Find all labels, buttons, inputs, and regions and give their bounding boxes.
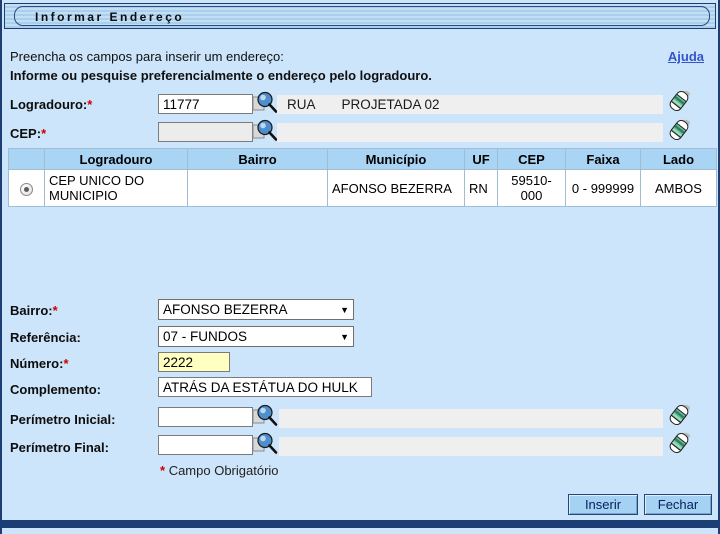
perimetro-inicial-label: Perímetro Inicial: [10,412,115,427]
logradouro-code-input[interactable] [158,94,253,114]
logradouro-clear-icon[interactable] [666,88,692,114]
perimetro-final-display [279,437,663,456]
help-link[interactable]: Ajuda [668,49,704,64]
col-cep: CEP [498,149,566,170]
row-radio-selected[interactable] [20,183,33,196]
cell-uf: RN [465,170,498,207]
intro-text: Preencha os campos para inserir um ender… [10,49,284,64]
cell-municipio: AFONSO BEZERRA [328,170,465,207]
chevron-down-icon: ▼ [340,332,349,342]
referencia-select[interactable]: 07 - FUNDOS ▼ [158,326,354,347]
logradouro-tipo-value: RUA [277,97,316,112]
bairro-label: Bairro:* [10,303,58,318]
referencia-selected-value: 07 - FUNDOS [163,329,247,344]
cep-results-table: Logradouro Bairro Município UF CEP Faixa… [8,148,717,207]
perimetro-inicial-input[interactable] [158,407,253,427]
cell-cep: 59510-000 [498,170,566,207]
cell-faixa: 0 - 999999 [566,170,641,207]
logradouro-label: Logradouro:* [10,97,92,112]
logradouro-display: RUA PROJETADA 02 [277,95,663,114]
logradouro-search-icon[interactable] [252,90,278,116]
col-select [9,149,45,170]
logradouro-nome-value: PROJETADA 02 [342,97,440,112]
col-faixa: Faixa [566,149,641,170]
col-logradouro: Logradouro [45,149,188,170]
cep-code-input [158,122,253,142]
perimetro-final-input[interactable] [158,435,253,455]
col-bairro: Bairro [188,149,328,170]
perimetro-inicial-search-icon[interactable] [252,403,278,429]
col-lado: Lado [641,149,717,170]
cell-bairro [188,170,328,207]
window-titlebar: Informar Endereço [4,3,716,29]
fechar-button[interactable]: Fechar [644,494,712,515]
cep-clear-icon[interactable] [666,117,692,143]
table-header-row: Logradouro Bairro Município UF CEP Faixa… [9,149,717,170]
page-title: Informar Endereço [35,10,184,24]
complemento-label: Complemento: [10,382,101,397]
referencia-label: Referência: [10,330,81,345]
informar-endereco-window: Informar Endereço Preencha os campos par… [0,0,720,534]
required-footnote: * Campo Obrigatório [160,463,279,478]
numero-label: Número:* [10,356,69,371]
perimetro-final-clear-icon[interactable] [666,430,692,456]
bairro-select[interactable]: AFONSO BEZERRA ▼ [158,299,354,320]
perimetro-inicial-display [279,409,663,428]
numero-input[interactable] [158,352,230,372]
cep-search-icon[interactable] [252,118,278,144]
chevron-down-icon: ▼ [340,305,349,315]
table-row[interactable]: CEP UNICO DO MUNICIPIO AFONSO BEZERRA RN… [9,170,717,207]
window-bottom-border [2,520,718,528]
instruction-text: Informe ou pesquise preferencialmente o … [10,68,432,83]
cep-label: CEP:* [10,126,46,141]
perimetro-final-search-icon[interactable] [252,431,278,457]
col-uf: UF [465,149,498,170]
col-municipio: Município [328,149,465,170]
bairro-selected-value: AFONSO BEZERRA [163,302,288,317]
inserir-button[interactable]: Inserir [568,494,638,515]
perimetro-final-label: Perímetro Final: [10,440,109,455]
cep-display [277,123,663,142]
perimetro-inicial-clear-icon[interactable] [666,402,692,428]
complemento-input[interactable] [158,377,372,397]
cell-logradouro: CEP UNICO DO MUNICIPIO [45,170,188,207]
cell-lado: AMBOS [641,170,717,207]
